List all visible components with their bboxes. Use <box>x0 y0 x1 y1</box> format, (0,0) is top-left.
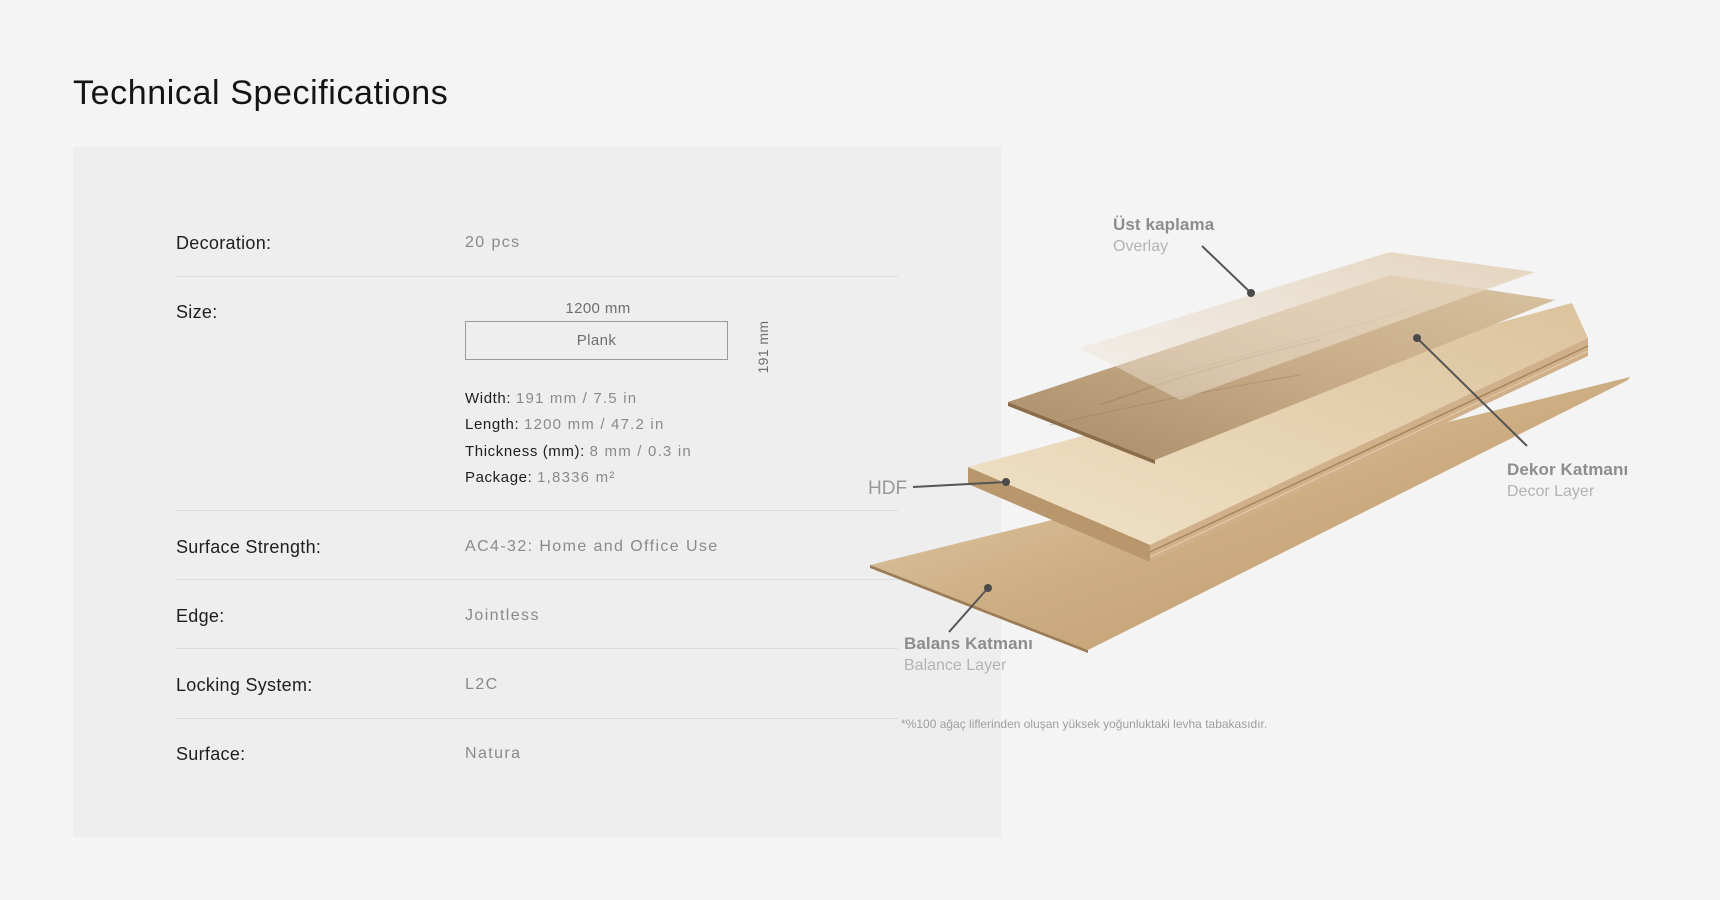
size-detail-key: Width: <box>465 390 512 407</box>
callout-subtitle: Balance Layer <box>904 657 1007 674</box>
length-dimension-label: 1200 mm <box>565 300 631 317</box>
spec-label: Surface Strength: <box>176 537 322 557</box>
size-detail-value: 8 mm / 0.3 in <box>589 443 692 460</box>
balance-callout: Balans Katmanı Balance Layer <box>904 633 1033 677</box>
spec-label: Edge: <box>176 606 225 626</box>
size-detail-value: 191 mm / 7.5 in <box>515 390 638 407</box>
decor-callout: Dekor Katmanı Decor Layer <box>1507 459 1628 503</box>
size-detail-package: Package: 1,8336 m² <box>465 469 615 486</box>
divider <box>176 579 898 580</box>
hdf-footnote: *%100 ağaç liflerinden oluşan yüksek yoğ… <box>901 717 1268 731</box>
size-detail-width: Width: 191 mm / 7.5 in <box>465 390 637 407</box>
spec-label: Locking System: <box>176 675 313 695</box>
callout-title: Dekor Katmanı <box>1507 460 1629 479</box>
size-detail-value: 1200 mm / 47.2 in <box>524 416 665 433</box>
divider <box>176 718 898 719</box>
spec-value: L2C <box>465 676 499 693</box>
width-dimension-label: 191 mm <box>755 320 771 374</box>
callout-subtitle: Decor Layer <box>1507 483 1595 500</box>
page-title: Technical Specifications <box>73 74 449 112</box>
divider <box>176 510 898 511</box>
spec-label: Size: <box>176 302 218 322</box>
callout-title: Üst kaplama <box>1113 215 1215 234</box>
spec-value: AC4-32: Home and Office Use <box>465 538 719 555</box>
hdf-label: HDF <box>868 478 908 499</box>
size-detail-key: Thickness (mm): <box>465 443 585 460</box>
divider <box>176 276 898 277</box>
divider <box>176 648 898 649</box>
laminate-layers-illustration <box>870 245 1630 653</box>
overlay-callout: Üst kaplama Overlay <box>1113 214 1214 258</box>
spec-label: Surface: <box>176 744 246 764</box>
callout-title: Balans Katmanı <box>904 634 1033 653</box>
callout-subtitle: Overlay <box>1113 238 1169 255</box>
spec-value: Natura <box>465 745 522 762</box>
size-detail-key: Length: <box>465 416 520 433</box>
size-detail-thickness: Thickness (mm): 8 mm / 0.3 in <box>465 443 692 460</box>
spec-value: Jointless <box>465 607 540 624</box>
plank-diagram: Plank <box>465 321 728 360</box>
spec-value: 20 pcs <box>465 234 521 251</box>
size-detail-key: Package: <box>465 469 533 486</box>
size-detail-length: Length: 1200 mm / 47.2 in <box>465 416 665 433</box>
size-detail-value: 1,8336 m² <box>537 469 616 486</box>
spec-label: Decoration: <box>176 233 272 253</box>
